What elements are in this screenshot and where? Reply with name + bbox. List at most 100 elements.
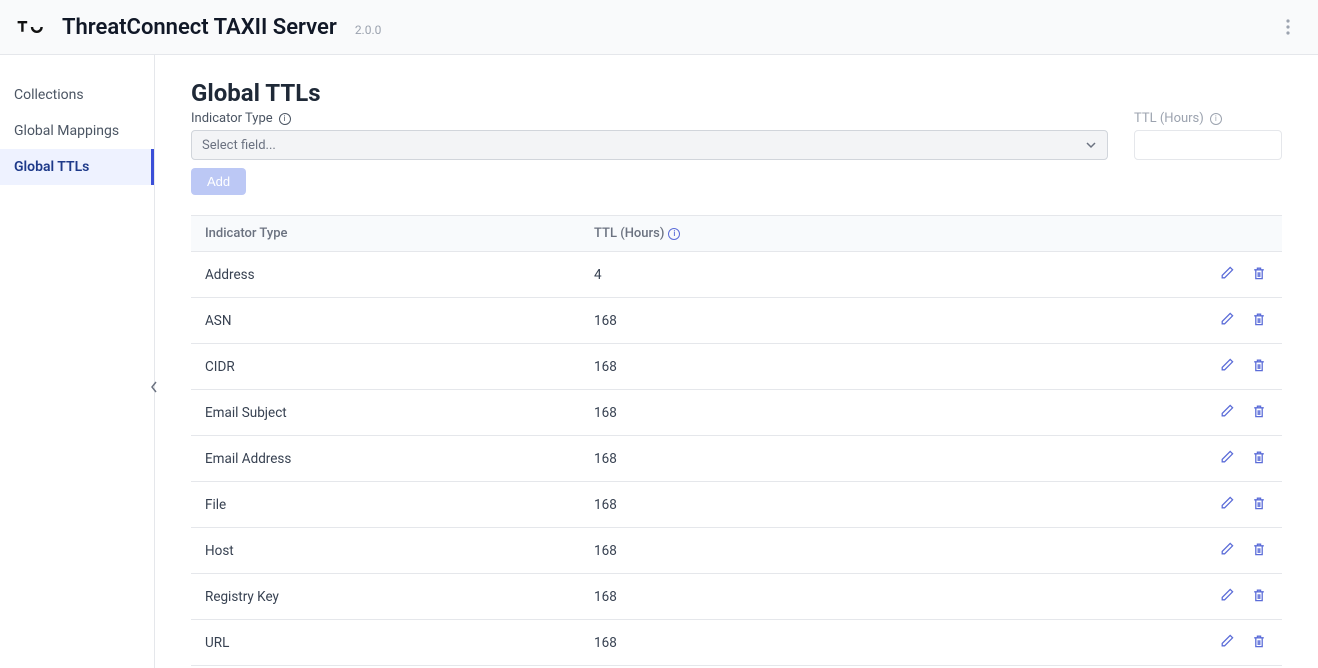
cell-ttl: 168 <box>580 620 969 666</box>
cell-indicator-type: Email Address <box>191 436 580 482</box>
delete-button[interactable] <box>1250 540 1268 558</box>
trash-icon <box>1251 541 1267 557</box>
edit-icon <box>1219 495 1235 511</box>
col-indicator-type: Indicator Type <box>191 216 580 252</box>
delete-button[interactable] <box>1250 264 1268 282</box>
app-logo <box>16 17 48 37</box>
trash-icon <box>1251 449 1267 465</box>
col-actions <box>969 216 1282 252</box>
cell-ttl: 168 <box>580 574 969 620</box>
info-icon[interactable]: i <box>1210 113 1222 125</box>
ttl-hours-input[interactable] <box>1135 131 1318 159</box>
cell-ttl: 4 <box>580 252 969 298</box>
info-icon[interactable]: i <box>279 113 291 125</box>
edit-button[interactable] <box>1218 632 1236 650</box>
kebab-menu-button[interactable] <box>1274 13 1302 41</box>
table-row: Address4 <box>191 252 1282 298</box>
delete-button[interactable] <box>1250 402 1268 420</box>
edit-icon <box>1219 403 1235 419</box>
sidebar-item-global-ttls[interactable]: Global TTLs <box>0 149 154 185</box>
sidebar-item-global-mappings[interactable]: Global Mappings <box>0 113 154 149</box>
edit-icon <box>1219 311 1235 327</box>
edit-icon <box>1219 265 1235 281</box>
cell-indicator-type: Registry Key <box>191 574 580 620</box>
cell-indicator-type: CIDR <box>191 344 580 390</box>
col-ttl-hours: TTL (Hours) i <box>580 216 969 252</box>
delete-button[interactable] <box>1250 448 1268 466</box>
app-version: 2.0.0 <box>355 23 382 37</box>
edit-icon <box>1219 633 1235 649</box>
trash-icon <box>1251 587 1267 603</box>
edit-icon <box>1219 449 1235 465</box>
table-row: Email Address168 <box>191 436 1282 482</box>
table-row: Host168 <box>191 528 1282 574</box>
edit-button[interactable] <box>1218 310 1236 328</box>
cell-ttl: 168 <box>580 298 969 344</box>
app-title: ThreatConnect TAXII Server <box>62 15 337 40</box>
edit-button[interactable] <box>1218 356 1236 374</box>
add-button[interactable]: Add <box>191 168 246 195</box>
app-header: ThreatConnect TAXII Server 2.0.0 <box>0 0 1318 55</box>
table-row: File168 <box>191 482 1282 528</box>
edit-button[interactable] <box>1218 448 1236 466</box>
cell-indicator-type: File <box>191 482 580 528</box>
info-icon[interactable]: i <box>668 228 680 240</box>
cell-ttl: 168 <box>580 528 969 574</box>
sidebar: CollectionsGlobal MappingsGlobal TTLs <box>0 55 155 668</box>
cell-indicator-type: URL <box>191 620 580 666</box>
trash-icon <box>1251 403 1267 419</box>
kebab-icon <box>1286 19 1290 35</box>
cell-actions <box>969 528 1282 574</box>
chevron-down-icon <box>1085 139 1097 151</box>
cell-ttl: 168 <box>580 344 969 390</box>
cell-actions <box>969 298 1282 344</box>
cell-indicator-type: Email Subject <box>191 390 580 436</box>
table-row: URL168 <box>191 620 1282 666</box>
delete-button[interactable] <box>1250 356 1268 374</box>
edit-button[interactable] <box>1218 586 1236 604</box>
table-row: ASN168 <box>191 298 1282 344</box>
delete-button[interactable] <box>1250 310 1268 328</box>
delete-button[interactable] <box>1250 586 1268 604</box>
cell-indicator-type: ASN <box>191 298 580 344</box>
cell-actions <box>969 390 1282 436</box>
edit-button[interactable] <box>1218 494 1236 512</box>
trash-icon <box>1251 357 1267 373</box>
sidebar-collapse-button[interactable] <box>146 375 162 399</box>
main-content: Global TTLs Indicator Type i Select fiel… <box>155 55 1318 668</box>
ttl-table: Indicator Type TTL (Hours) i Address4ASN… <box>191 215 1282 666</box>
cell-indicator-type: Host <box>191 528 580 574</box>
table-row: CIDR168 <box>191 344 1282 390</box>
cell-ttl: 168 <box>580 436 969 482</box>
cell-ttl: 168 <box>580 482 969 528</box>
cell-actions <box>969 436 1282 482</box>
edit-icon <box>1219 587 1235 603</box>
edit-button[interactable] <box>1218 264 1236 282</box>
edit-icon <box>1219 357 1235 373</box>
trash-icon <box>1251 311 1267 327</box>
cell-actions <box>969 574 1282 620</box>
cell-actions <box>969 344 1282 390</box>
edit-button[interactable] <box>1218 540 1236 558</box>
delete-button[interactable] <box>1250 494 1268 512</box>
cell-indicator-type: Address <box>191 252 580 298</box>
trash-icon <box>1251 633 1267 649</box>
cell-actions <box>969 482 1282 528</box>
trash-icon <box>1251 265 1267 281</box>
indicator-type-label: Indicator Type i <box>191 111 1108 126</box>
page-title: Global TTLs <box>191 79 1282 107</box>
edit-icon <box>1219 541 1235 557</box>
sidebar-item-collections[interactable]: Collections <box>0 77 154 113</box>
ttl-hours-field[interactable] <box>1134 130 1282 160</box>
trash-icon <box>1251 495 1267 511</box>
cell-actions <box>969 252 1282 298</box>
chevron-left-icon <box>150 381 158 393</box>
cell-actions <box>969 620 1282 666</box>
cell-ttl: 168 <box>580 390 969 436</box>
table-row: Registry Key168 <box>191 574 1282 620</box>
ttl-hours-label: TTL (Hours) i <box>1134 111 1282 126</box>
indicator-type-select[interactable]: Select field... <box>191 130 1108 160</box>
delete-button[interactable] <box>1250 632 1268 650</box>
edit-button[interactable] <box>1218 402 1236 420</box>
table-row: Email Subject168 <box>191 390 1282 436</box>
